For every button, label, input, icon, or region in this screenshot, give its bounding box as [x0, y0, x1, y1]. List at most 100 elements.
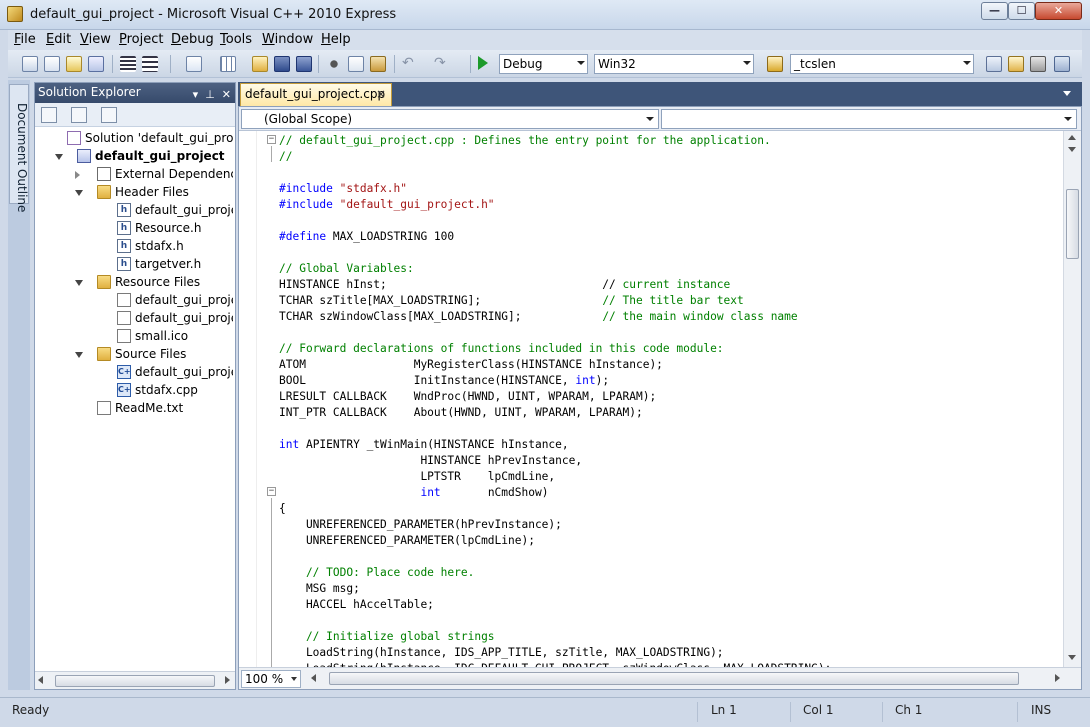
expand-arrow-icon[interactable] — [75, 280, 83, 286]
find-combo[interactable]: _tcslen — [790, 54, 974, 74]
tree-item[interactable]: ReadMe.txt — [35, 399, 233, 417]
editor-hscrollbar: 100 % — [239, 667, 1081, 689]
comment-icon[interactable] — [120, 56, 136, 72]
tree-item[interactable]: small.ico — [35, 327, 233, 345]
pin-icon[interactable]: ⊥ — [205, 88, 215, 101]
code-text-area[interactable]: // default_gui_project.cpp : Defines the… — [257, 131, 1063, 667]
scroll-down-icon[interactable] — [1068, 655, 1076, 660]
scroll-thumb[interactable] — [329, 672, 1019, 685]
close-pane-icon[interactable]: ✕ — [222, 88, 231, 101]
tree-item[interactable]: h default_gui_project.h — [35, 201, 233, 219]
status-bar: Ready Ln 1 Col 1 Ch 1 INS — [0, 697, 1090, 727]
start-debug-icon[interactable] — [478, 56, 488, 70]
menu-file[interactable]: File — [14, 32, 36, 47]
cut-icon[interactable] — [326, 56, 342, 72]
scroll-up-icon[interactable] — [1068, 135, 1076, 140]
tree-item-label: External Dependencies — [115, 167, 233, 181]
open-file-icon[interactable] — [252, 56, 268, 72]
save-all-icon[interactable] — [296, 56, 312, 72]
new-project-icon[interactable] — [22, 56, 38, 72]
close-button[interactable]: ✕ — [1035, 2, 1082, 20]
toolbox-icon[interactable] — [1030, 56, 1046, 72]
code-line: UNREFERENCED_PARAMETER(hPrevInstance); — [279, 518, 562, 531]
grid-icon[interactable] — [220, 56, 236, 72]
tree-item[interactable]: Resource Files — [35, 273, 233, 291]
solution-explorer-hscrollbar[interactable] — [35, 671, 235, 689]
scroll-thumb[interactable] — [1066, 189, 1079, 259]
show-all-files-icon[interactable] — [71, 107, 87, 123]
menu-debug[interactable]: Debug — [171, 32, 214, 47]
member-dropdown[interactable] — [661, 109, 1077, 129]
menu-project[interactable]: Project — [119, 32, 164, 47]
menu-view[interactable]: View — [80, 32, 111, 47]
expand-arrow-icon[interactable] — [75, 352, 83, 358]
collapsed-arrow-icon[interactable] — [75, 171, 80, 179]
minimize-button[interactable]: — — [981, 2, 1008, 20]
scroll-left-icon[interactable] — [311, 674, 316, 682]
code-line: { — [279, 502, 286, 515]
menu-edit[interactable]: Edit — [46, 32, 71, 47]
scroll-right-icon[interactable] — [1055, 674, 1060, 682]
extension-icon[interactable] — [1054, 56, 1070, 72]
menu-window[interactable]: Window — [262, 32, 313, 47]
scope-dropdown[interactable]: (Global Scope) — [241, 109, 659, 129]
find-in-files-icon[interactable] — [767, 56, 783, 72]
code-line: LRESULT CALLBACK WndProc(HWND, UINT, WPA… — [279, 390, 657, 403]
chevron-down-icon — [577, 61, 585, 65]
save-icon[interactable] — [274, 56, 290, 72]
open-icon[interactable] — [66, 56, 82, 72]
tree-item[interactable]: h Resource.h — [35, 219, 233, 237]
tree-item[interactable]: Source Files — [35, 345, 233, 363]
add-item-icon[interactable] — [44, 56, 60, 72]
tree-item[interactable]: default_gui_project.ic — [35, 291, 233, 309]
view-code-icon[interactable] — [101, 107, 117, 123]
paste-icon[interactable] — [370, 56, 386, 72]
code-line: HINSTANCE hInst; // current instance — [279, 278, 731, 291]
tree-item[interactable]: h stdafx.h — [35, 237, 233, 255]
menu-help[interactable]: Help — [321, 32, 351, 47]
editor-vscrollbar[interactable] — [1063, 131, 1081, 667]
tree-item[interactable]: h targetver.h — [35, 255, 233, 273]
zoom-dropdown[interactable]: 100 % — [241, 670, 301, 688]
dropdown-icon[interactable]: ▾ — [193, 88, 199, 101]
tab-close-icon[interactable]: × — [376, 84, 386, 104]
window-title: default_gui_project - Microsoft Visual C… — [30, 7, 397, 22]
tree-item-label: Resource.h — [135, 221, 202, 235]
platform-dropdown[interactable]: Win32 — [594, 54, 754, 74]
expand-arrow-icon[interactable] — [55, 154, 63, 160]
add-existing-icon[interactable] — [88, 56, 104, 72]
undo-icon[interactable]: ↶ — [402, 56, 418, 72]
solution-explorer-icon[interactable] — [986, 56, 1002, 72]
tree-item[interactable]: External Dependencies — [35, 165, 233, 183]
properties-button-icon[interactable] — [41, 107, 57, 123]
code-line: LPTSTR lpCmdLine, — [279, 470, 556, 483]
code-line: // Forward declarations of functions inc… — [279, 342, 724, 355]
tab-list-dropdown-icon[interactable] — [1063, 91, 1071, 96]
menu-tools[interactable]: Tools — [220, 32, 252, 47]
project-icon — [77, 149, 91, 163]
tree-item[interactable]: Solution 'default_gui_project' (1 — [35, 129, 233, 147]
tab-default-gui-project-cpp[interactable]: default_gui_project.cpp × — [240, 83, 392, 106]
solution-explorer-toolbar — [35, 103, 235, 127]
uncomment-icon[interactable] — [142, 56, 158, 72]
tree-item[interactable]: default_gui_project.r — [35, 309, 233, 327]
redo-icon[interactable]: ↷ — [434, 56, 450, 72]
scroll-left-icon[interactable] — [38, 676, 43, 684]
maximize-button[interactable]: ☐ — [1008, 2, 1035, 20]
scroll-right-icon[interactable] — [225, 676, 230, 684]
tree-item-label: default_gui_project.r — [135, 311, 233, 325]
copy-icon[interactable] — [348, 56, 364, 72]
configuration-dropdown[interactable]: Debug — [499, 54, 588, 74]
folder-icon — [97, 275, 111, 289]
new-file-icon[interactable] — [186, 56, 202, 72]
tree-item[interactable]: Header Files — [35, 183, 233, 201]
tree-item[interactable]: default_gui_project — [35, 147, 233, 165]
tree-item[interactable]: C+ default_gui_project.c — [35, 363, 233, 381]
scroll-thumb[interactable] — [55, 675, 215, 687]
properties-icon[interactable] — [1008, 56, 1024, 72]
split-icon[interactable] — [1068, 147, 1076, 152]
expand-arrow-icon[interactable] — [75, 190, 83, 196]
icon-file-icon — [117, 293, 131, 307]
tree-item[interactable]: C+ stdafx.cpp — [35, 381, 233, 399]
code-line: // — [279, 150, 293, 163]
